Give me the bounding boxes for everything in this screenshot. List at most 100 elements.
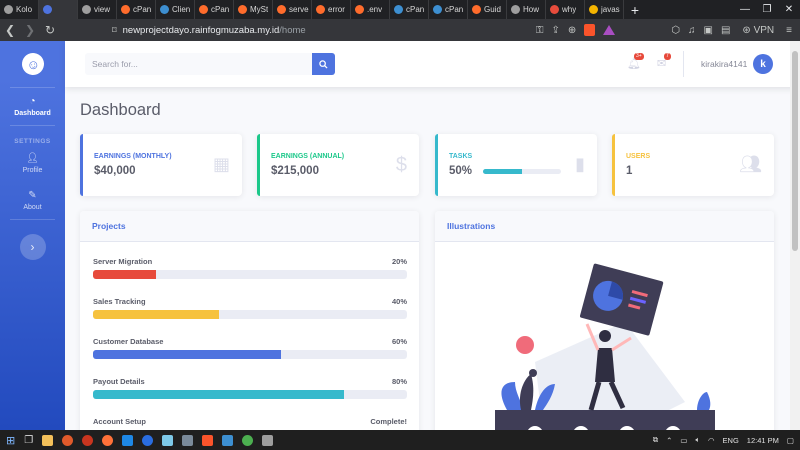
project-progress-bar bbox=[93, 350, 407, 359]
file-explorer-icon[interactable] bbox=[42, 434, 54, 446]
extensions-icon[interactable]: ⬡ bbox=[671, 25, 680, 36]
app-icon[interactable] bbox=[142, 434, 154, 446]
users-icon: 👥︎ bbox=[739, 154, 762, 174]
sidebar-item-profile[interactable]: 👤︎ Profile bbox=[0, 145, 65, 182]
clipboard-icon: ▮ bbox=[575, 154, 585, 174]
clock[interactable]: 12:41 PM bbox=[747, 436, 779, 445]
media-icon[interactable]: ♫ bbox=[688, 25, 696, 36]
sidebar-item-dashboard[interactable]: ◔ Dashboard bbox=[0, 88, 65, 125]
messages-button[interactable]: ✉ 7 bbox=[657, 53, 671, 70]
page-scrollbar[interactable] bbox=[790, 41, 800, 430]
chevron-up-icon[interactable]: ⌃ bbox=[666, 436, 672, 445]
new-tab-button[interactable]: + bbox=[624, 2, 646, 18]
card-accent bbox=[435, 134, 438, 196]
share-icon[interactable]: ⇪ bbox=[552, 25, 560, 36]
browser-tab[interactable]: Clien bbox=[156, 0, 195, 19]
tab-favicon-icon bbox=[82, 5, 91, 14]
tab-label: .env bbox=[367, 5, 383, 14]
sidebar: ☺ ◔ Dashboard SETTINGS 👤︎ Profile ✎ Abou… bbox=[0, 41, 65, 430]
browser-tab[interactable]: Kolo bbox=[0, 0, 39, 19]
firefox-icon[interactable] bbox=[102, 434, 114, 446]
task-view-icon[interactable]: ❐ bbox=[24, 435, 33, 446]
tasks-progress-fill bbox=[483, 169, 522, 174]
app-icon[interactable] bbox=[222, 434, 234, 446]
browser-tab[interactable]: MySt bbox=[234, 0, 273, 19]
minimize-button[interactable]: — bbox=[734, 0, 756, 19]
app-icon[interactable] bbox=[82, 434, 94, 446]
sidebar-heading: SETTINGS bbox=[14, 138, 51, 145]
project-percent: 80% bbox=[391, 377, 407, 386]
tab-label: cPan bbox=[445, 5, 464, 14]
wifi-icon[interactable]: ◠ bbox=[708, 436, 715, 445]
stat-card-earnings-monthly: EARNINGS (MONTHLY) $40,000 ▦ bbox=[80, 134, 242, 196]
sidebar-item-about[interactable]: ✎ About bbox=[0, 182, 65, 219]
web-page: ☺ ◔ Dashboard SETTINGS 👤︎ Profile ✎ Abou… bbox=[0, 41, 800, 430]
key-icon[interactable]: ⚿ bbox=[536, 25, 544, 36]
card-accent bbox=[257, 134, 260, 196]
battery-icon[interactable]: ▭ bbox=[680, 436, 687, 445]
notifications-icon[interactable]: ▢ bbox=[787, 436, 794, 445]
card-accent bbox=[80, 134, 83, 196]
volume-icon[interactable]: 🔈︎ bbox=[695, 435, 700, 445]
search-button[interactable] bbox=[312, 53, 335, 75]
sidebar-toggle-button[interactable]: › bbox=[19, 234, 46, 260]
maximize-button[interactable]: ❐ bbox=[756, 0, 778, 19]
sidebar-toggle-icon[interactable]: ▣ bbox=[704, 25, 713, 36]
browser-tab[interactable]: How bbox=[507, 0, 546, 19]
brave-rewards-icon[interactable] bbox=[603, 25, 616, 35]
vpn-button[interactable]: ⊛ VPN bbox=[738, 25, 778, 36]
browser-tab[interactable]: cPan bbox=[390, 0, 429, 19]
scrollbar-thumb[interactable] bbox=[792, 51, 798, 251]
back-button[interactable]: ❮ bbox=[0, 23, 20, 37]
zoom-icon[interactable]: ⊕ bbox=[568, 25, 576, 36]
app-icon[interactable] bbox=[182, 434, 194, 446]
stat-value: 50% bbox=[449, 165, 473, 177]
browser-tab[interactable]: why bbox=[546, 0, 585, 19]
browser-tab[interactable]: .env bbox=[351, 0, 390, 19]
project-name: Customer Database bbox=[93, 337, 164, 346]
illustrations-card: Illustrations bbox=[435, 211, 774, 430]
browser-tab[interactable] bbox=[39, 0, 78, 19]
browser-tab[interactable]: Guid bbox=[468, 0, 507, 19]
stat-card-users: USERS 1 👥︎ bbox=[612, 134, 774, 196]
tab-favicon-icon bbox=[43, 5, 52, 14]
project-progress-bar bbox=[93, 310, 407, 319]
tab-favicon-icon bbox=[511, 5, 520, 14]
avatar[interactable]: k bbox=[753, 54, 773, 74]
search-input[interactable] bbox=[85, 53, 312, 75]
screenshot-icon[interactable]: ⧉ bbox=[653, 435, 658, 445]
chrome-icon[interactable] bbox=[242, 434, 254, 446]
browser-tab[interactable]: cPan bbox=[429, 0, 468, 19]
browser-tab[interactable]: serve bbox=[273, 0, 312, 19]
language-indicator[interactable]: ENG bbox=[723, 436, 739, 445]
projects-card: Projects Server Migration 20% Sales Tracki… bbox=[80, 211, 419, 430]
tab-label: serve bbox=[289, 5, 309, 14]
browser-tab[interactable]: cPan bbox=[117, 0, 156, 19]
tab-favicon-icon bbox=[550, 5, 559, 14]
alerts-button[interactable]: 🔔︎ 3+ bbox=[627, 53, 644, 70]
app-icon[interactable] bbox=[62, 434, 74, 446]
reload-button[interactable]: ↻ bbox=[40, 23, 60, 37]
close-window-button[interactable]: ✕ bbox=[778, 0, 800, 19]
start-icon[interactable]: ⊞ bbox=[6, 434, 15, 447]
brand-logo[interactable]: ☺ bbox=[0, 41, 65, 87]
tachometer-icon: ◔ bbox=[29, 96, 36, 107]
brave-shield-icon[interactable] bbox=[584, 24, 596, 36]
app-icon[interactable] bbox=[162, 434, 174, 446]
bookmark-icon[interactable]: ⌑ bbox=[112, 25, 117, 36]
tab-favicon-icon bbox=[394, 5, 403, 14]
username[interactable]: kirakira4141 bbox=[701, 59, 747, 69]
url-bar[interactable]: ⌑ newprojectdayo.rainfogmuzaba.my.id/hom… bbox=[112, 22, 552, 38]
app-icon[interactable] bbox=[262, 434, 274, 446]
browser-tab[interactable]: view bbox=[78, 0, 117, 19]
forward-button[interactable]: ❯ bbox=[20, 23, 40, 37]
dollar-icon: $ bbox=[395, 154, 407, 176]
browser-tab[interactable]: javas bbox=[585, 0, 624, 19]
vscode-icon[interactable] bbox=[122, 434, 134, 446]
tab-favicon-icon bbox=[4, 5, 13, 14]
browser-tab[interactable]: cPan bbox=[195, 0, 234, 19]
brave-icon[interactable] bbox=[202, 434, 214, 446]
browser-tab[interactable]: error bbox=[312, 0, 351, 19]
wallet-icon[interactable]: ▤ bbox=[721, 25, 730, 36]
menu-icon[interactable]: ≡ bbox=[786, 25, 792, 36]
